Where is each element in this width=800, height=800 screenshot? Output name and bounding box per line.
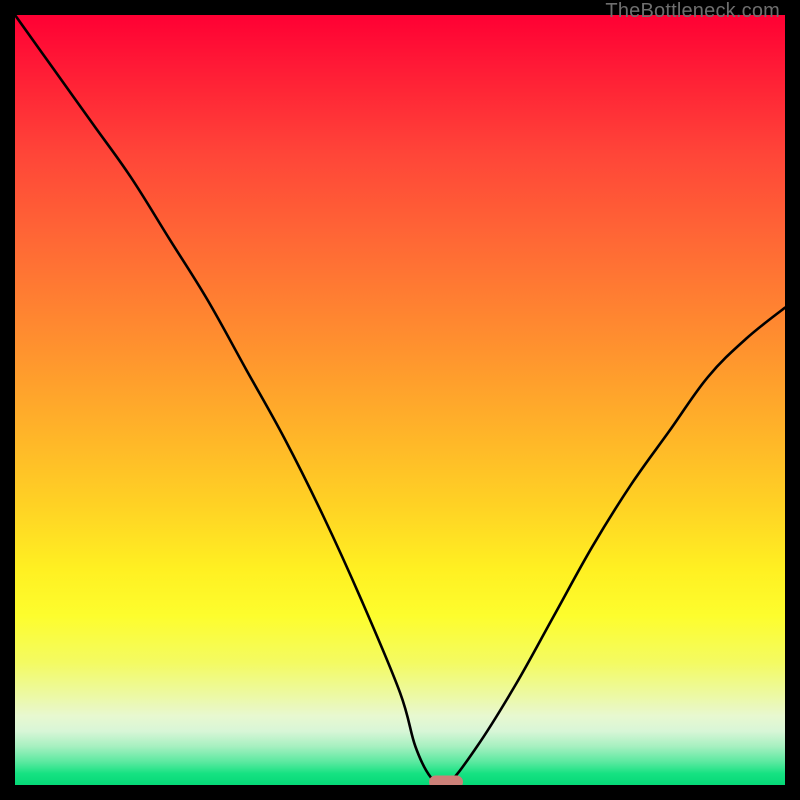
minimum-marker — [429, 776, 463, 786]
watermark-text: TheBottleneck.com — [605, 0, 780, 23]
bottleneck-curve — [15, 15, 785, 785]
plot-area — [15, 15, 785, 785]
chart-frame: TheBottleneck.com — [0, 0, 800, 800]
